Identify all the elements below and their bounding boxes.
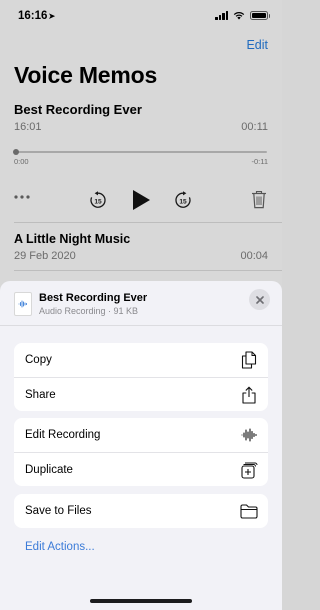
status-time: 16:16 bbox=[18, 10, 48, 22]
scrubber-remaining: -0:11 bbox=[251, 157, 268, 166]
waveform-icon bbox=[240, 426, 258, 444]
edit-button[interactable]: Edit bbox=[246, 38, 268, 52]
skip-back-label: 15 bbox=[94, 198, 102, 205]
list-divider bbox=[14, 222, 282, 223]
page-title: Voice Memos bbox=[14, 62, 158, 88]
action-group: Edit Recording Duplicate bbox=[14, 418, 268, 486]
edit-actions-link[interactable]: Edit Actions... bbox=[25, 541, 95, 553]
battery-icon bbox=[250, 11, 270, 20]
action-copy[interactable]: Copy bbox=[14, 343, 268, 377]
folder-icon bbox=[240, 502, 258, 520]
skip-forward-label: 15 bbox=[179, 198, 187, 205]
close-icon bbox=[255, 295, 264, 304]
action-group: Copy Share bbox=[14, 343, 268, 411]
list-divider bbox=[14, 270, 282, 271]
skip-back-15-icon[interactable]: 15 bbox=[89, 191, 107, 209]
action-label: Share bbox=[25, 388, 56, 401]
status-bar: 16:16 ➤ bbox=[0, 0, 282, 30]
recording-title[interactable]: Best Recording Ever bbox=[14, 102, 142, 117]
recording-date-2: 29 Feb 2020 bbox=[14, 250, 76, 262]
location-icon: ➤ bbox=[48, 11, 56, 21]
copy-icon bbox=[240, 351, 258, 369]
status-indicators bbox=[215, 11, 270, 20]
audio-file-icon bbox=[14, 292, 32, 316]
play-icon[interactable] bbox=[131, 189, 151, 211]
recording-time: 16:01 bbox=[14, 121, 42, 133]
skip-forward-15-icon[interactable]: 15 bbox=[174, 191, 192, 209]
action-duplicate[interactable]: Duplicate bbox=[14, 452, 268, 486]
duplicate-icon bbox=[240, 461, 258, 479]
action-group: Save to Files bbox=[14, 494, 268, 528]
signal-icon bbox=[215, 11, 228, 20]
sheet-header-divider bbox=[0, 325, 282, 326]
sheet-file-subtitle: Audio Recording · 91 KB bbox=[39, 306, 139, 316]
action-label: Copy bbox=[25, 354, 52, 366]
scrubber-handle[interactable] bbox=[13, 148, 19, 155]
action-label: Duplicate bbox=[25, 463, 73, 476]
scrubber-track[interactable] bbox=[14, 151, 267, 153]
sheet-file-title: Best Recording Ever bbox=[39, 292, 148, 304]
trash-icon[interactable] bbox=[251, 190, 267, 209]
scrubber-elapsed: 0:00 bbox=[14, 157, 29, 166]
action-edit-recording[interactable]: Edit Recording bbox=[14, 418, 268, 452]
share-icon bbox=[240, 386, 258, 404]
wifi-icon bbox=[233, 11, 245, 20]
more-icon[interactable] bbox=[14, 194, 30, 200]
recording-duration-2: 00:04 bbox=[240, 250, 268, 262]
action-label: Save to Files bbox=[25, 505, 92, 517]
home-indicator[interactable] bbox=[90, 599, 192, 603]
action-label: Edit Recording bbox=[25, 429, 101, 441]
action-save-to-files[interactable]: Save to Files bbox=[14, 494, 268, 528]
action-share[interactable]: Share bbox=[14, 377, 268, 411]
recording-duration: 00:11 bbox=[241, 121, 268, 133]
close-button[interactable] bbox=[249, 289, 270, 310]
recording-title-2[interactable]: A Little Night Music bbox=[14, 232, 130, 246]
